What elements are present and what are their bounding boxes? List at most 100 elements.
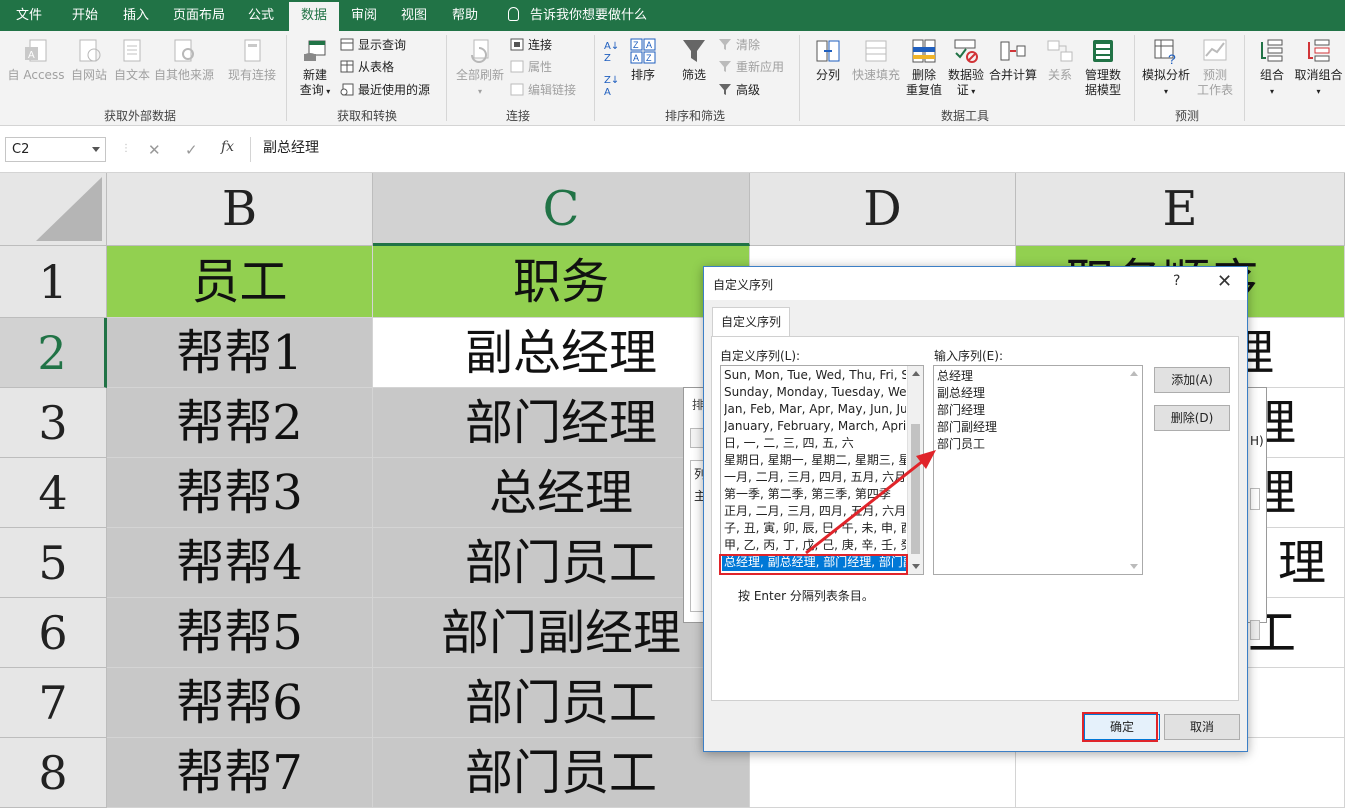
data-validation-button[interactable]: 数据验 证 ▾ [946, 37, 986, 99]
text-to-columns-button[interactable]: 分列 [810, 37, 846, 83]
list-entries-textbox[interactable]: 总经理 副总经理 部门经理 部门副经理 部门员工 [933, 365, 1143, 575]
insert-function-icon[interactable]: fx [221, 139, 234, 155]
delete-button[interactable]: 删除(D) [1154, 405, 1230, 431]
chevron-down-icon[interactable] [92, 147, 100, 152]
list-item[interactable]: January, February, March, April [724, 418, 906, 435]
tab-data[interactable]: 数据 [289, 2, 339, 31]
cell-b6[interactable]: 帮帮5 [107, 598, 373, 668]
list-item[interactable]: 正月, 二月, 三月, 四月, 五月, 六月 [724, 503, 906, 520]
custom-lists-listbox[interactable]: Sun, Mon, Tue, Wed, Thu, Fri, Sat Sunday… [720, 365, 924, 575]
row-header-2[interactable]: 2 [0, 318, 107, 388]
close-icon[interactable]: ✕ [1217, 271, 1232, 292]
cell-b5[interactable]: 帮帮4 [107, 528, 373, 598]
recent-sources-button[interactable]: 最近使用的源 [340, 82, 430, 98]
sort-cancel-button[interactable] [1250, 620, 1260, 640]
row-header-6[interactable]: 6 [0, 598, 107, 668]
scroll-up-icon[interactable] [912, 371, 920, 376]
cell-c7[interactable]: 部门员工 [373, 668, 750, 738]
list-item[interactable]: 第一季, 第二季, 第三季, 第四季 [724, 486, 906, 503]
list-item[interactable]: 日, 一, 二, 三, 四, 五, 六 [724, 435, 906, 452]
enter-icon[interactable]: ✓ [185, 141, 198, 159]
refresh-all-button[interactable]: 全部刷新 ▾ [452, 37, 508, 99]
tab-custom-lists[interactable]: 自定义序列 [712, 307, 790, 337]
ungroup-button[interactable]: 取消组合 ▾ [1292, 37, 1345, 99]
cell-b7[interactable]: 帮帮6 [107, 668, 373, 738]
list-item[interactable]: 星期日, 星期一, 星期二, 星期三, 星期四 [724, 452, 906, 469]
listbox-scrollbar[interactable] [907, 366, 923, 574]
sort-order-select[interactable] [1250, 488, 1260, 510]
list-item[interactable]: Jan, Feb, Mar, Apr, May, Jun, Jul [724, 401, 906, 418]
formula-input[interactable]: 副总经理 [250, 137, 1345, 162]
cell-c2-active[interactable]: 副总经理 [373, 318, 750, 388]
row-header-1[interactable]: 1 [0, 246, 107, 318]
select-all-button[interactable] [0, 173, 107, 246]
from-other-sources-button[interactable]: 自其他来源 [152, 37, 216, 83]
forecast-sheet-button[interactable]: 预测 工作表 [1194, 37, 1236, 98]
what-if-analysis-button[interactable]: ? 模拟分析 ▾ [1138, 37, 1194, 99]
edit-links-button[interactable]: 编辑链接 [510, 82, 576, 98]
row-header-3[interactable]: 3 [0, 388, 107, 458]
consolidate-button[interactable]: 合并计算 [988, 37, 1038, 83]
cell-c8[interactable]: 部门员工 [373, 738, 750, 808]
from-table-button[interactable]: 从表格 [340, 59, 394, 75]
clear-filter-button[interactable]: 清除 [718, 37, 760, 53]
advanced-filter-button[interactable]: 高级 [718, 82, 760, 98]
properties-button[interactable]: 属性 [510, 59, 552, 75]
from-text-button[interactable]: 自文本 [112, 37, 152, 83]
row-header-7[interactable]: 7 [0, 668, 107, 738]
row-header-8[interactable]: 8 [0, 738, 107, 808]
help-button[interactable]: ? [1173, 273, 1180, 289]
name-box[interactable]: C2 [5, 137, 106, 162]
tab-view[interactable]: 视图 [391, 0, 437, 31]
list-item[interactable]: Sun, Mon, Tue, Wed, Thu, Fri, Sat [724, 367, 906, 384]
scroll-up-icon[interactable] [1130, 371, 1138, 376]
reapply-button[interactable]: 重新应用 [718, 59, 784, 75]
flash-fill-button[interactable]: 快速填充 [850, 37, 902, 83]
column-header-c[interactable]: C [373, 173, 750, 246]
sort-descending-button[interactable]: Z↓ A [604, 75, 619, 99]
tab-file[interactable]: 文件 [4, 0, 54, 31]
column-header-e[interactable]: E [1016, 173, 1345, 246]
group-button[interactable]: 组合 ▾ [1252, 37, 1292, 99]
scroll-down-icon[interactable] [1130, 564, 1138, 569]
existing-connections-button[interactable]: 现有连接 [224, 37, 280, 83]
show-queries-button[interactable]: 显示查询 [340, 37, 406, 53]
cell-b1[interactable]: 员工 [107, 246, 373, 318]
sort-button[interactable]: ZAAZ 排序 [626, 37, 660, 83]
tab-review[interactable]: 审阅 [341, 0, 387, 31]
row-header-5[interactable]: 5 [0, 528, 107, 598]
remove-duplicates-button[interactable]: 删除 重复值 [904, 37, 944, 98]
tab-formulas[interactable]: 公式 [238, 0, 284, 31]
list-item[interactable]: 甲, 乙, 丙, 丁, 戊, 己, 庚, 辛, 壬, 癸 [724, 537, 906, 554]
from-web-button[interactable]: 自网站 [68, 37, 110, 83]
column-header-d[interactable]: D [750, 173, 1016, 246]
tell-me-search[interactable]: 告诉我你想要做什么 [530, 0, 650, 31]
tab-home[interactable]: 开始 [60, 0, 110, 31]
manage-data-model-button[interactable]: 管理数 据模型 [1080, 37, 1126, 98]
sort-ascending-button[interactable]: A↓ Z [604, 41, 619, 65]
scroll-thumb[interactable] [911, 424, 920, 554]
cell-b3[interactable]: 帮帮2 [107, 388, 373, 458]
cancel-button[interactable]: 取消 [1164, 714, 1240, 740]
tab-insert[interactable]: 插入 [112, 0, 160, 31]
from-access-button[interactable]: A 自 Access [6, 37, 66, 83]
add-button[interactable]: 添加(A) [1154, 367, 1230, 393]
cell-b4[interactable]: 帮帮3 [107, 458, 373, 528]
relationships-button[interactable]: 关系 [1042, 37, 1078, 83]
filter-button[interactable]: 筛选 [676, 37, 712, 83]
tab-page-layout[interactable]: 页面布局 [166, 0, 232, 31]
cell-b8[interactable]: 帮帮7 [107, 738, 373, 808]
entries-scrollbar[interactable] [1126, 366, 1142, 574]
list-item[interactable]: 一月, 二月, 三月, 四月, 五月, 六月 [724, 469, 906, 486]
row-header-4[interactable]: 4 [0, 458, 107, 528]
connections-button[interactable]: 连接 [510, 37, 552, 53]
cell-b2[interactable]: 帮帮1 [107, 318, 373, 388]
list-item[interactable]: Sunday, Monday, Tuesday, Wednesday [724, 384, 906, 401]
scroll-down-icon[interactable] [912, 564, 920, 569]
cell-c1[interactable]: 职务 [373, 246, 750, 318]
new-query-button[interactable]: 新建 查询 ▾ [294, 37, 336, 99]
list-item[interactable]: 子, 丑, 寅, 卯, 辰, 巳, 午, 未, 申, 酉 [724, 520, 906, 537]
tab-help[interactable]: 帮助 [442, 0, 488, 31]
column-header-b[interactable]: B [107, 173, 373, 246]
cancel-icon[interactable]: ✕ [148, 141, 161, 159]
